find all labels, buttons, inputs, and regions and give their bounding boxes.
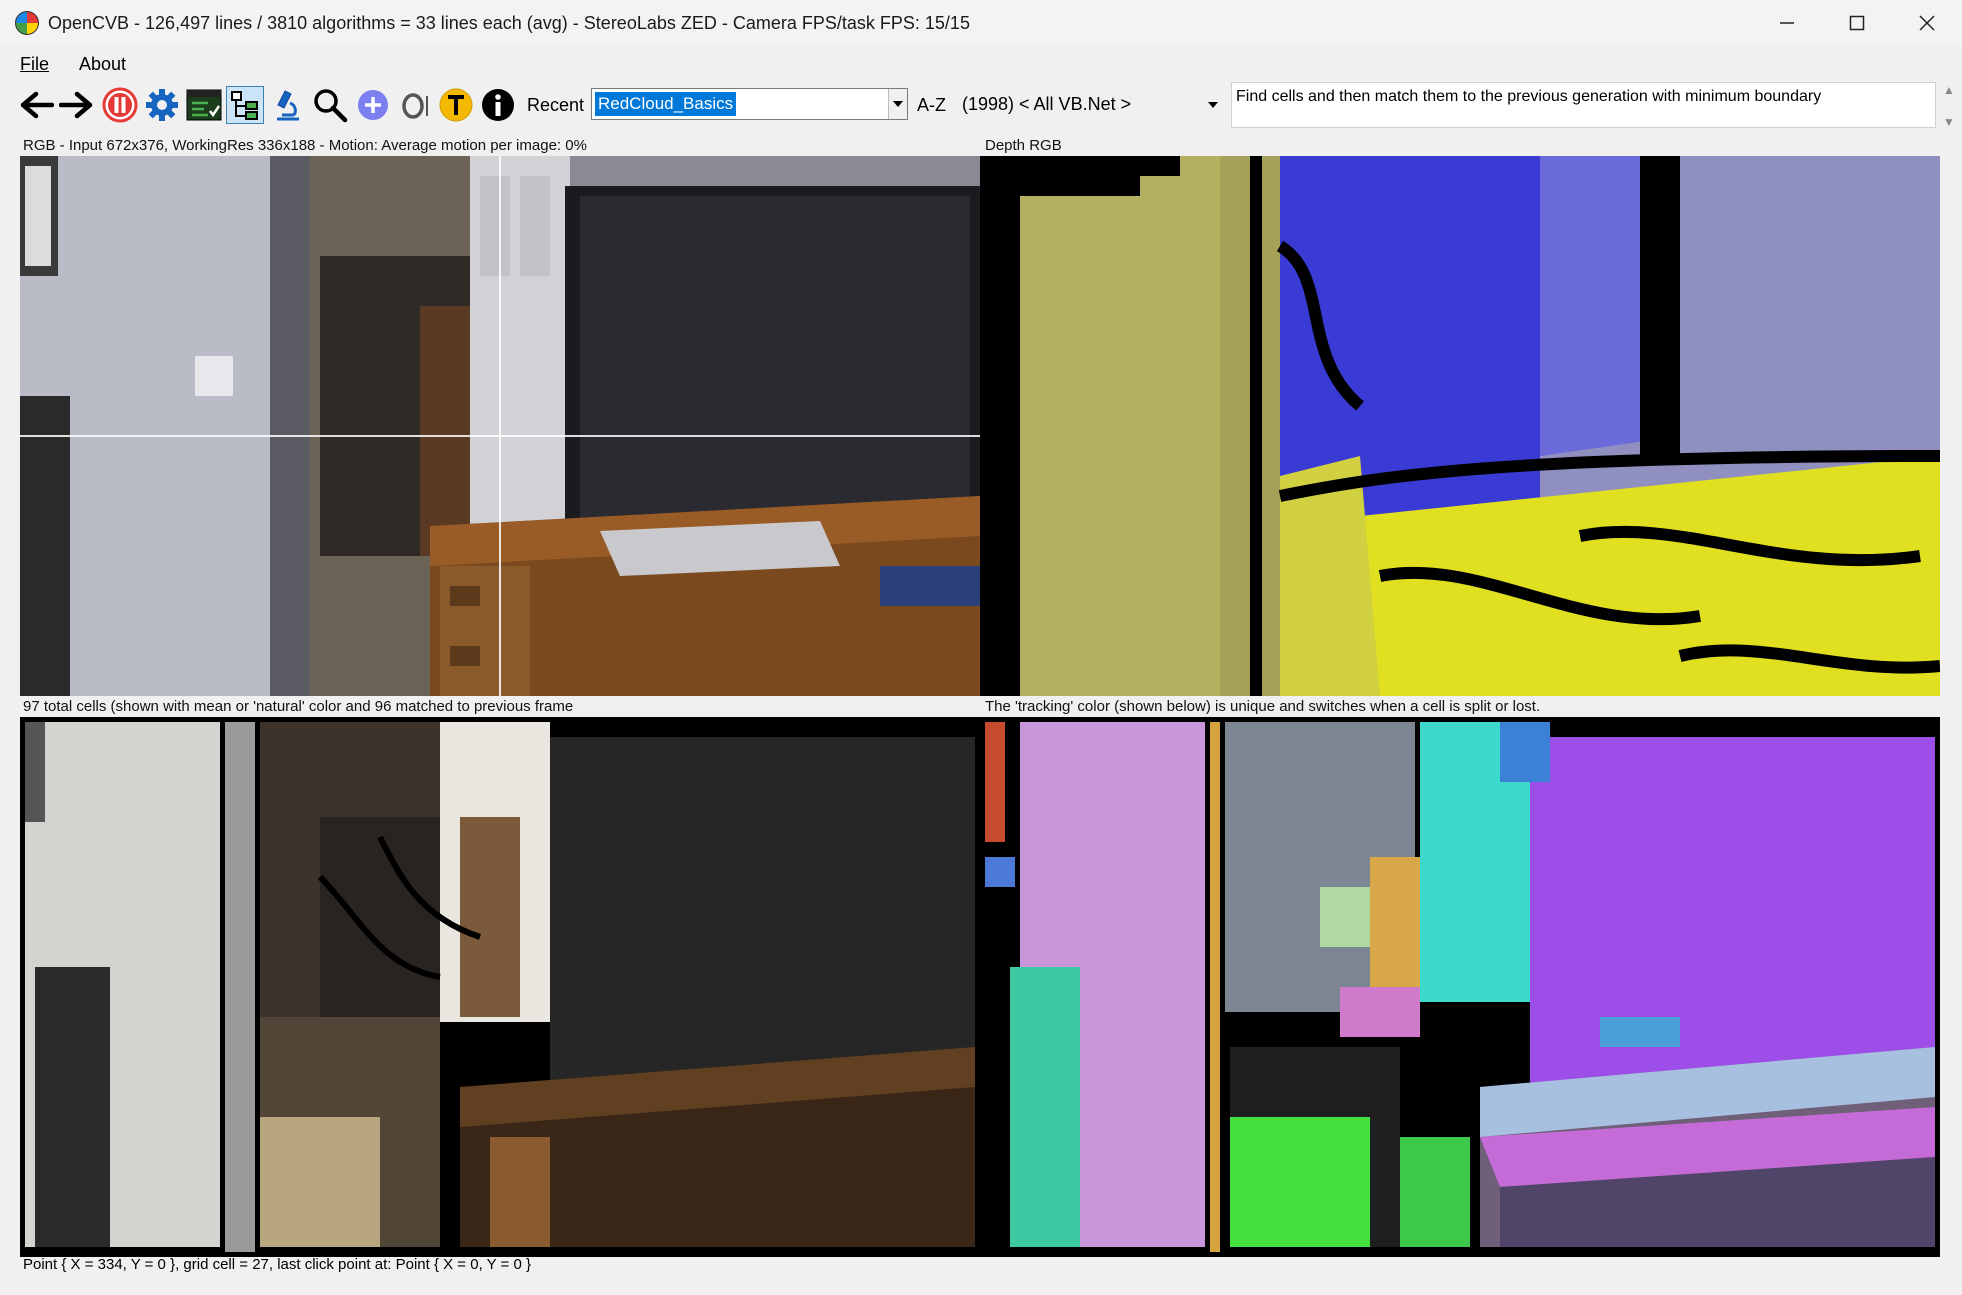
maximize-button[interactable]: [1822, 0, 1892, 46]
cells-mean-color-image[interactable]: [20, 717, 980, 1257]
rgb-input-image[interactable]: [20, 156, 980, 696]
description-scrollbar[interactable]: ▲ ▼: [1937, 83, 1961, 129]
checklist-icon[interactable]: [185, 86, 223, 124]
title-bar: OpenCVB - 126,497 lines / 3810 algorithm…: [0, 0, 1962, 46]
tree-icon[interactable]: [226, 86, 264, 124]
close-icon: [1919, 15, 1935, 31]
menu-file[interactable]: File: [10, 54, 59, 75]
algorithm-combo[interactable]: RedCloud_Basics: [591, 88, 908, 120]
scroll-up-icon[interactable]: ▲: [1943, 83, 1955, 97]
plus-icon[interactable]: [354, 86, 392, 124]
window-title: OpenCVB - 126,497 lines / 3810 algorithm…: [48, 12, 970, 33]
algorithm-description: Find cells and then match them to the pr…: [1231, 82, 1955, 129]
recent-label: Recent: [527, 95, 585, 115]
o-icon[interactable]: [395, 86, 433, 124]
cells-tracking-color-image[interactable]: [980, 717, 1940, 1257]
scroll-down-icon[interactable]: ▼: [1943, 115, 1955, 129]
maximize-icon: [1849, 15, 1865, 31]
forward-arrow-icon[interactable]: [58, 86, 96, 124]
menu-bar: File About: [0, 48, 1962, 80]
menu-file-label: File: [20, 53, 50, 74]
close-button[interactable]: [1892, 0, 1962, 46]
bottom-right-caption: The 'tracking' color (shown below) is un…: [985, 698, 1541, 715]
chevron-down-icon[interactable]: [888, 89, 907, 119]
minimize-icon: [1780, 22, 1794, 24]
depth-rgb-image[interactable]: [980, 156, 1940, 696]
gear-icon[interactable]: [143, 86, 181, 124]
menu-about[interactable]: About: [69, 54, 136, 75]
chevron-down-icon: [1208, 102, 1218, 108]
back-arrow-icon[interactable]: [17, 86, 55, 124]
bottom-left-caption: 97 total cells (shown with mean or 'natu…: [23, 698, 574, 715]
microscope-icon[interactable]: [269, 86, 307, 124]
az-button[interactable]: A-Z: [917, 95, 946, 116]
group-combo[interactable]: (1998) < All VB.Net >: [962, 88, 1226, 120]
menu-about-label: About: [79, 53, 127, 74]
group-value: (1998) < All VB.Net >: [962, 94, 1132, 114]
minimize-button[interactable]: [1752, 0, 1822, 46]
toolbar: Recent RedCloud_Basics A-Z (1998) < All …: [0, 82, 1962, 132]
top-right-caption: Depth RGB: [985, 137, 1062, 154]
app-logo-icon: [15, 11, 39, 35]
status-bar: Point { X = 334, Y = 0 }, grid cell = 27…: [23, 1256, 531, 1273]
algorithm-value: RedCloud_Basics: [595, 92, 737, 116]
t-icon[interactable]: [437, 86, 475, 124]
pause-icon[interactable]: [101, 86, 139, 124]
info-icon[interactable]: [479, 86, 517, 124]
description-text: Find cells and then match them to the pr…: [1236, 88, 1822, 105]
magnifier-icon[interactable]: [311, 86, 349, 124]
top-left-caption: RGB - Input 672x376, WorkingRes 336x188 …: [23, 137, 587, 154]
